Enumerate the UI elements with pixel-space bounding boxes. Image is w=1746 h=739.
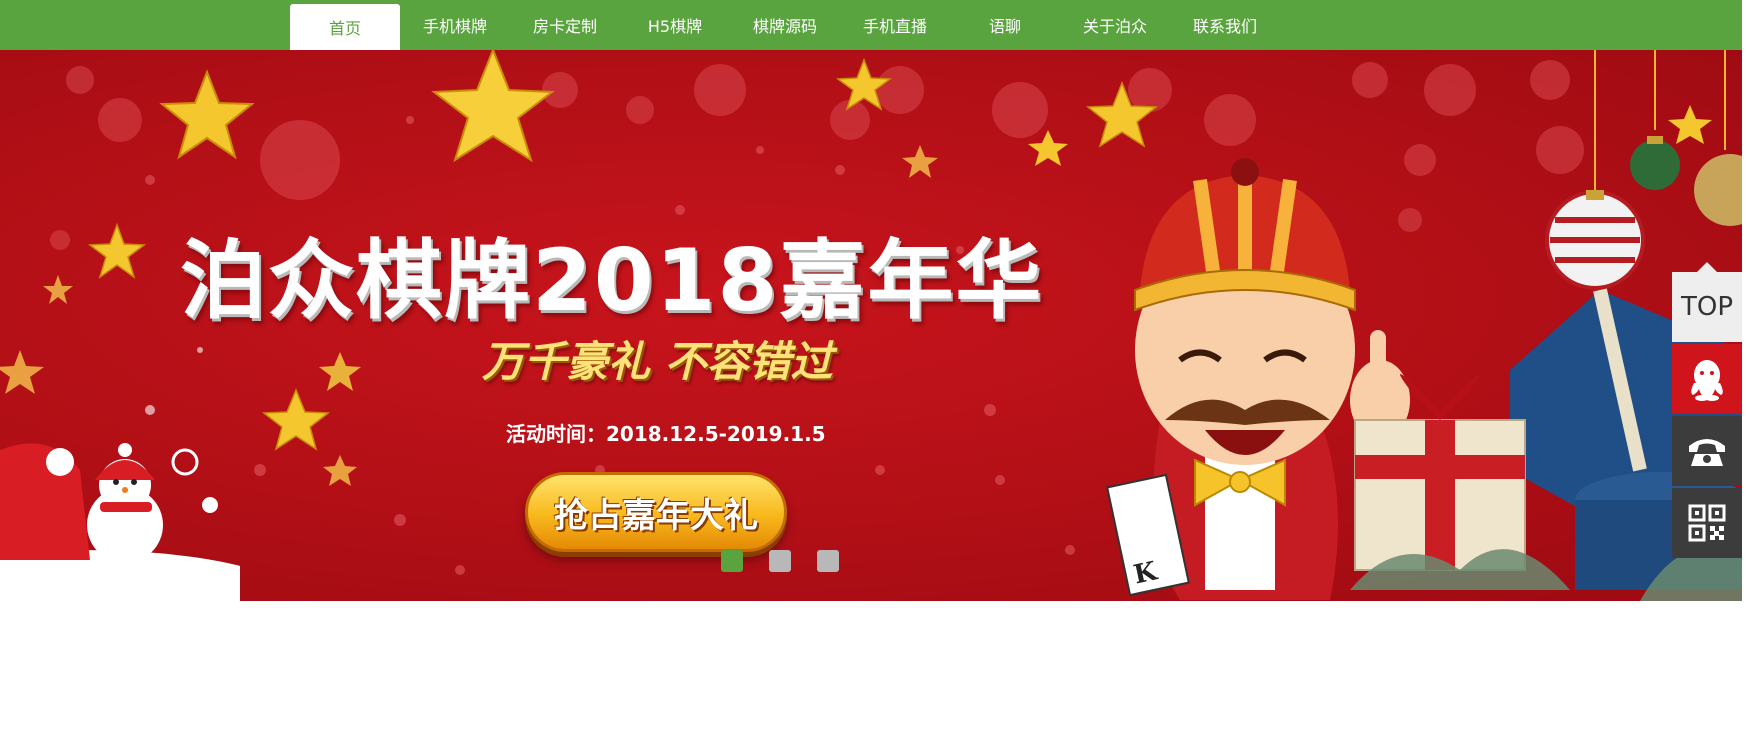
nav-item-source-code[interactable]: 棋牌源码 (730, 0, 840, 50)
qq-contact-button[interactable] (1672, 344, 1742, 414)
slide-dot-3[interactable] (817, 550, 839, 572)
slide-dot-2[interactable] (769, 550, 791, 572)
qq-icon (1691, 360, 1723, 401)
slider-indicators (721, 550, 839, 572)
snowman-illustration (0, 443, 240, 601)
nav-item-contact[interactable]: 联系我们 (1170, 0, 1280, 50)
event-time: 活动时间：2018.12.5-2019.1.5 (506, 422, 826, 446)
back-to-top-button[interactable]: TOP (1672, 262, 1742, 342)
floating-toolbar: TOP (1672, 262, 1742, 560)
top-nav-bar: 首页 手机棋牌 房卡定制 H5棋牌 棋牌源码 手机直播 语聊 关于泊众 联系我们 (0, 0, 1742, 50)
promo-banner[interactable]: 泊众棋牌2018嘉年华 万千豪礼 不容错过 活动时间：2018.12.5-201… (0, 50, 1742, 601)
banner-subhead: 万千豪礼 不容错过 (482, 337, 833, 386)
nav-item-room-card[interactable]: 房卡定制 (510, 0, 620, 50)
grab-gift-button[interactable]: 抢占嘉年大礼 (525, 472, 787, 552)
nav-item-h5-chess[interactable]: H5棋牌 (620, 0, 730, 50)
phone-contact-button[interactable] (1672, 416, 1742, 486)
phone-icon (1689, 439, 1725, 466)
nav-menu: 首页 手机棋牌 房卡定制 H5棋牌 棋牌源码 手机直播 语聊 关于泊众 联系我们 (290, 0, 1280, 50)
nav-item-mobile-live[interactable]: 手机直播 (840, 0, 950, 50)
qrcode-icon (1688, 504, 1726, 542)
slide-dot-1[interactable] (721, 550, 743, 572)
qrcode-button[interactable] (1672, 488, 1742, 558)
nav-item-mobile-chess[interactable]: 手机棋牌 (400, 0, 510, 50)
nav-item-home[interactable]: 首页 (290, 4, 400, 50)
nav-item-about[interactable]: 关于泊众 (1060, 0, 1170, 50)
nav-item-voice-chat[interactable]: 语聊 (950, 0, 1060, 50)
banner-headline: 泊众棋牌2018嘉年华 (180, 231, 1044, 331)
